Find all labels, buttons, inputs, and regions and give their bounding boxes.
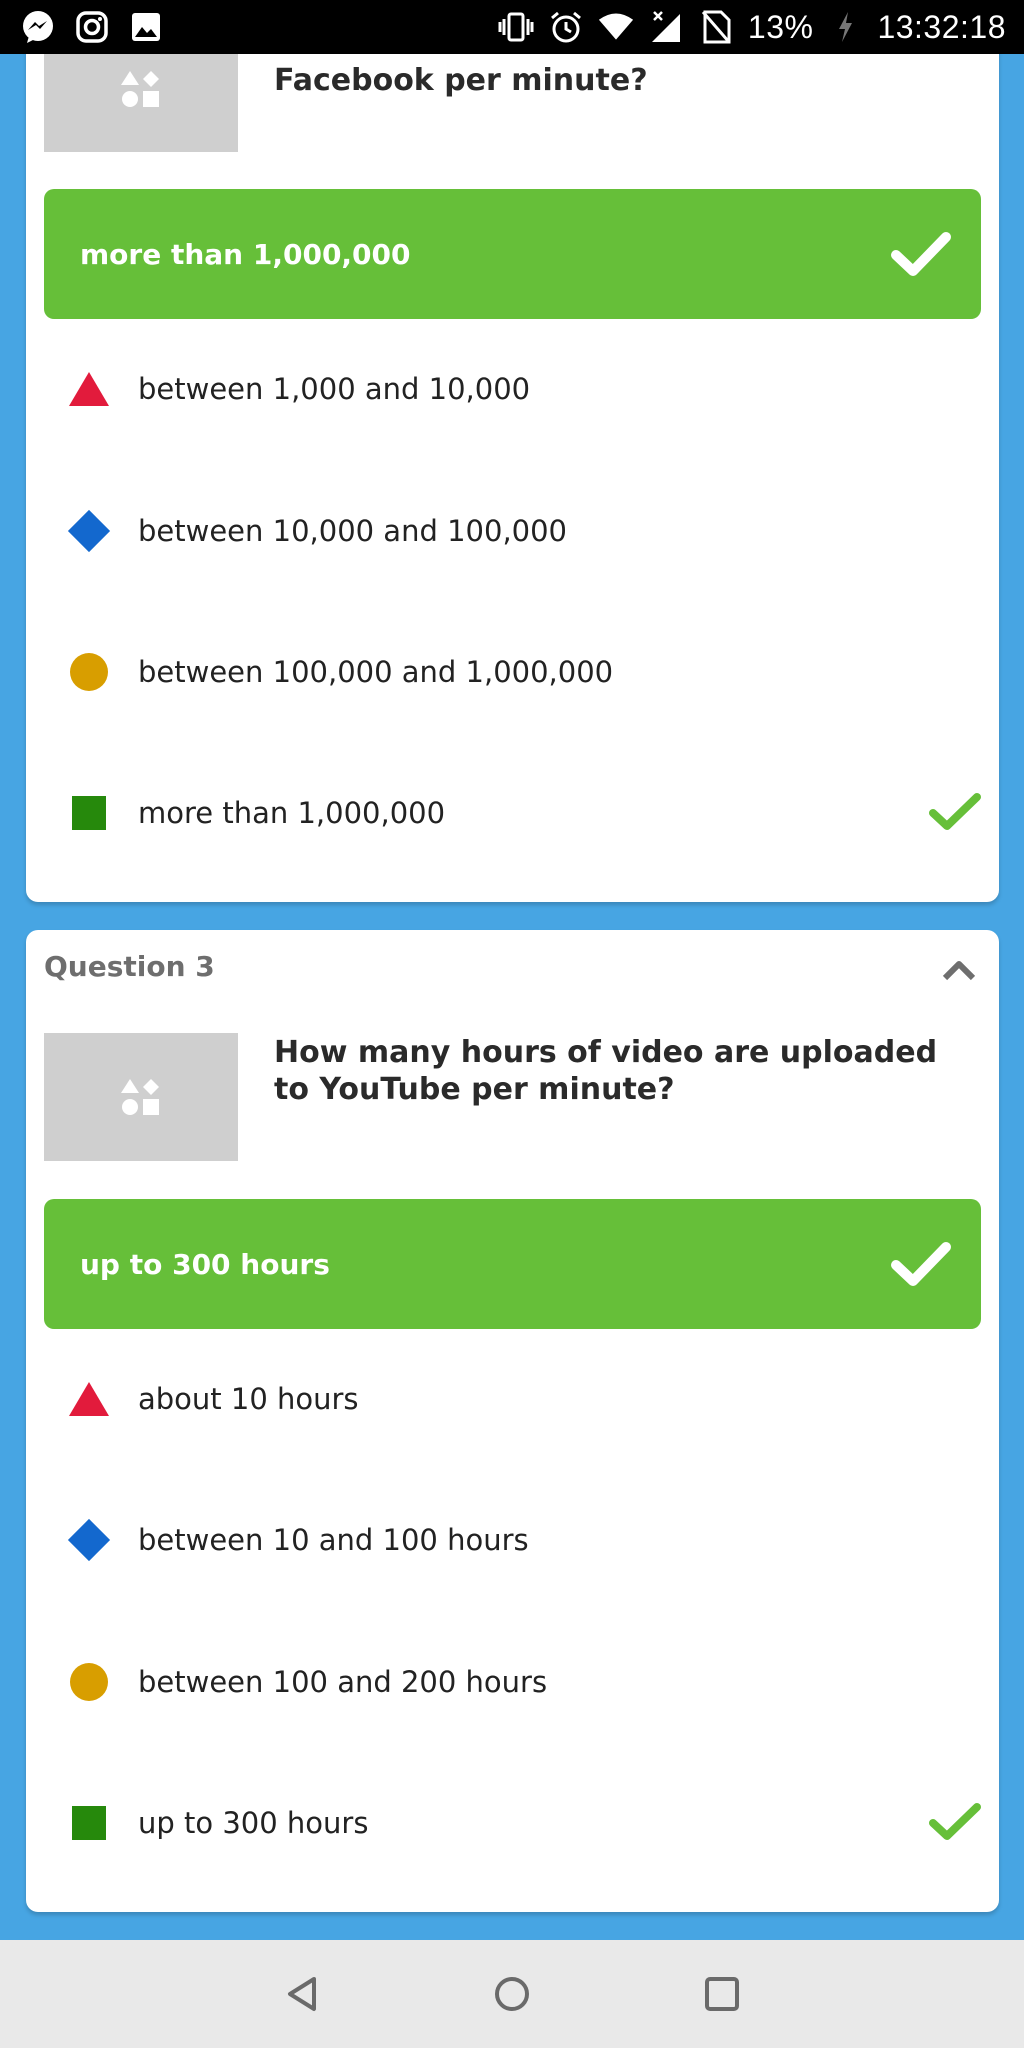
instagram-icon (74, 9, 110, 45)
wifi-icon (598, 9, 634, 45)
circle-icon (66, 1659, 112, 1705)
gallery-icon (128, 9, 164, 45)
charging-icon (827, 9, 863, 45)
question-number: Question 3 (44, 950, 215, 983)
no-sim-icon (698, 9, 734, 45)
answer-option: between 100 and 200 hours (66, 1652, 981, 1712)
option-label: more than 1,000,000 (138, 796, 446, 830)
battery-percentage: 13% (747, 8, 814, 45)
option-label: between 100,000 and 1,000,000 (138, 655, 614, 689)
correct-answer-banner: more than 1,000,000 (44, 189, 981, 319)
option-label: between 1,000 and 10,000 (138, 372, 531, 406)
vibrate-icon (498, 9, 534, 45)
question-card-2: Facebook per minute? more than 1,000,000… (26, 0, 999, 902)
check-icon (891, 232, 951, 276)
option-label: about 10 hours (138, 1382, 359, 1416)
answer-option: about 10 hours (66, 1369, 981, 1429)
triangle-icon (66, 366, 112, 412)
back-icon[interactable] (277, 1969, 327, 2019)
triangle-icon (66, 1376, 112, 1422)
square-icon (66, 790, 112, 836)
correct-answer-banner: up to 300 hours (44, 1199, 981, 1329)
diamond-icon (66, 508, 112, 554)
correct-answer-text: up to 300 hours (80, 1247, 330, 1281)
question-text: Facebook per minute? (274, 63, 648, 98)
shapes-placeholder-icon (121, 1079, 159, 1115)
correct-check-icon (929, 1801, 981, 1848)
option-label: up to 300 hours (138, 1806, 369, 1840)
check-icon (891, 1242, 951, 1286)
answer-option: between 100,000 and 1,000,000 (66, 642, 981, 702)
option-label: between 10,000 and 100,000 (138, 514, 568, 548)
correct-answer-text: more than 1,000,000 (80, 237, 411, 271)
answer-option: up to 300 hours (66, 1793, 981, 1853)
home-icon[interactable] (487, 1969, 537, 2019)
question-card-3: Question 3 How many hours of video are u… (26, 930, 999, 1912)
circle-icon (66, 649, 112, 695)
option-label: between 100 and 200 hours (138, 1665, 548, 1699)
status-bar-right: 13% 13:32:18 (498, 9, 1006, 46)
status-bar-left (20, 9, 164, 45)
shapes-placeholder-icon (121, 70, 159, 107)
option-label: between 10 and 100 hours (138, 1523, 529, 1557)
mobile-data-off-icon (648, 9, 684, 45)
square-icon (66, 1800, 112, 1846)
answer-option: more than 1,000,000 (66, 783, 981, 843)
status-bar: 13% 13:32:18 (0, 0, 1024, 54)
recents-icon[interactable] (697, 1969, 747, 2019)
answer-option: between 1,000 and 10,000 (66, 359, 981, 419)
diamond-icon (66, 1517, 112, 1563)
clock: 13:32:18 (877, 8, 1006, 45)
question-text: How many hours of video are uploaded to … (274, 1035, 938, 1107)
chevron-up-icon[interactable] (941, 958, 977, 982)
alarm-icon (548, 9, 584, 45)
answer-option: between 10 and 100 hours (66, 1510, 981, 1570)
messenger-icon (20, 9, 56, 45)
system-navigation-bar (0, 1940, 1024, 2048)
correct-check-icon (929, 791, 981, 838)
answer-option: between 10,000 and 100,000 (66, 501, 981, 561)
question-image-placeholder (44, 1033, 238, 1161)
